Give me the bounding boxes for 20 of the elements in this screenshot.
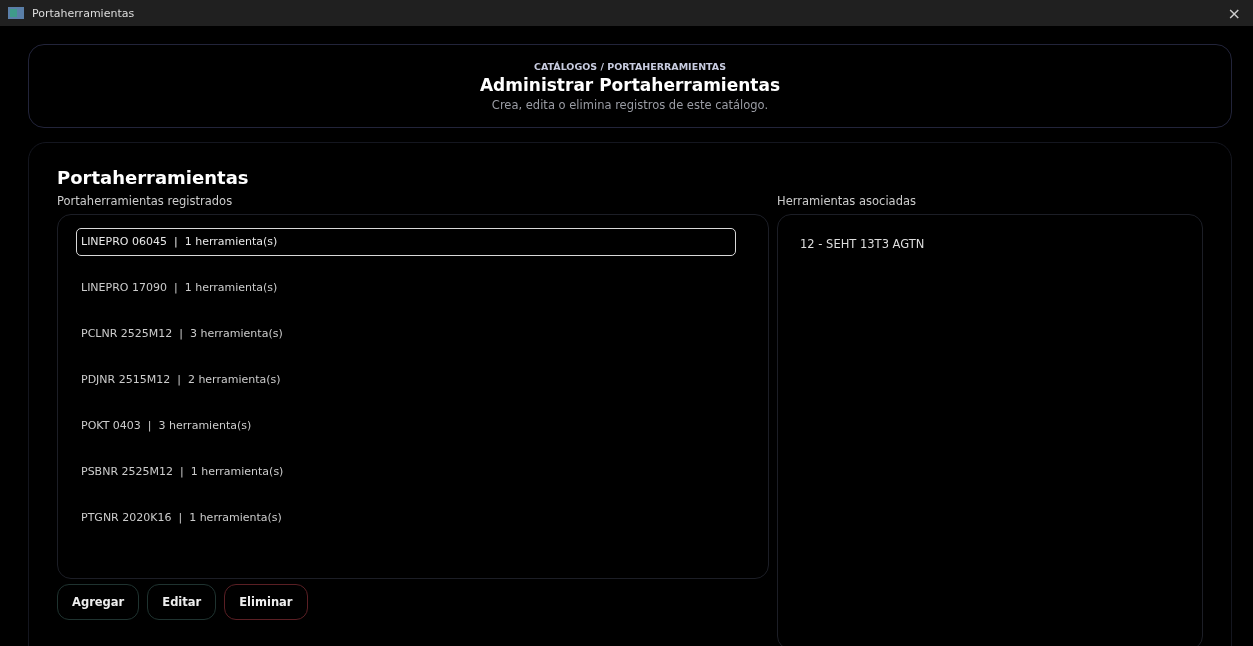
close-button[interactable]: × bbox=[1223, 3, 1245, 23]
list-item[interactable]: 12 - SEHT 13T3 AGTN bbox=[800, 237, 1180, 251]
page-title: Administrar Portaherramientas bbox=[479, 74, 781, 95]
action-button[interactable]: Editar bbox=[147, 584, 217, 620]
list-item[interactable]: PTGNR 2020K16 | 1 herramienta(s) bbox=[76, 504, 736, 532]
page-subtitle: Crea, edita o elimina registros de este catálogo. bbox=[491, 97, 769, 112]
window-title: Portaherramientas bbox=[32, 6, 136, 20]
list-item[interactable]: LINEPRO 17090 | 1 herramienta(s) bbox=[76, 274, 736, 302]
list-item[interactable]: PSBNR 2525M12 | 1 herramienta(s) bbox=[76, 458, 736, 486]
delete-button[interactable]: Eliminar bbox=[224, 584, 308, 620]
breadcrumb: CATÁLOGOS / PORTAHERRAMIENTAS bbox=[533, 60, 727, 72]
list-item[interactable]: PDJNR 2515M12 | 2 herramienta(s) bbox=[76, 366, 736, 394]
list-label: Portaherramientas registrados bbox=[57, 194, 234, 208]
tools-label: Herramientas asociadas bbox=[777, 194, 917, 208]
list-item[interactable]: POKT 0403 | 3 herramienta(s) bbox=[76, 412, 736, 440]
list-item[interactable]: PCLNR 2525M12 | 3 herramienta(s) bbox=[76, 320, 736, 348]
action-button[interactable]: Agregar bbox=[57, 584, 140, 620]
window-icon bbox=[8, 7, 24, 19]
section-title: Portaherramientas bbox=[57, 167, 250, 188]
list-item[interactable]: LINEPRO 06045 | 1 herramienta(s) bbox=[76, 228, 736, 256]
